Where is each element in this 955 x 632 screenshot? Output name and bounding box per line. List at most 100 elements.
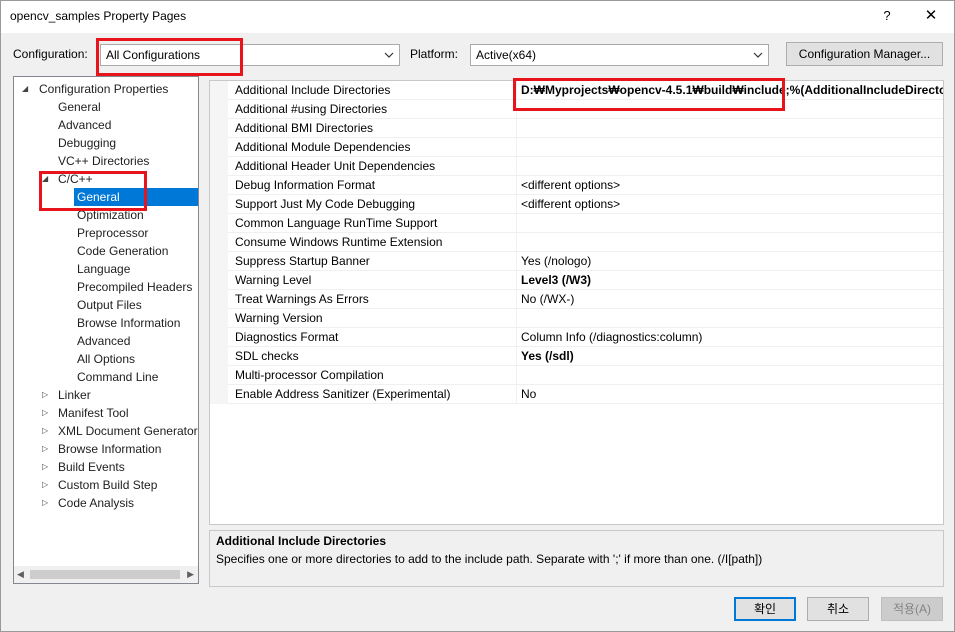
property-value[interactable]: D:₩Myprojects₩opencv-4.5.1₩build₩include…: [521, 83, 943, 97]
help-icon[interactable]: ?: [877, 5, 897, 27]
ok-button[interactable]: 확인: [734, 597, 796, 621]
tree-item[interactable]: General: [58, 98, 101, 116]
property-row[interactable]: Multi-processor Compilation: [210, 366, 943, 385]
property-row[interactable]: Diagnostics Format Column Info (/diagnost…: [210, 328, 943, 347]
property-row[interactable]: Debug Information Format <different optio…: [210, 176, 943, 195]
tree-item[interactable]: Code Generation: [77, 242, 168, 260]
property-row[interactable]: Consume Windows Runtime Extension: [210, 233, 943, 252]
tree-item[interactable]: Command Line: [77, 368, 158, 386]
property-row[interactable]: Enable Address Sanitizer (Experimental) N…: [210, 385, 943, 404]
column-divider[interactable]: [516, 214, 517, 233]
column-divider[interactable]: [516, 328, 517, 347]
tree-expander-icon[interactable]: ▷: [42, 476, 52, 494]
property-row[interactable]: Support Just My Code Debugging <different…: [210, 195, 943, 214]
column-divider[interactable]: [516, 271, 517, 290]
scroll-left-icon[interactable]: ◀: [17, 569, 24, 580]
tree-expander-icon[interactable]: ▷: [42, 422, 52, 440]
property-row[interactable]: Warning Level Level3 (/W3): [210, 271, 943, 290]
column-divider[interactable]: [516, 233, 517, 252]
tree-item[interactable]: Custom Build Step: [58, 476, 157, 494]
property-value[interactable]: Yes (/nologo): [521, 254, 591, 268]
property-value[interactable]: No: [521, 387, 536, 401]
property-value[interactable]: <different options>: [521, 197, 620, 211]
column-divider[interactable]: [516, 252, 517, 271]
tree-item[interactable]: XML Document Generator: [58, 422, 198, 440]
property-row[interactable]: Additional Include Directories D:₩Myproje…: [210, 81, 943, 100]
tree-expander-icon[interactable]: ▷: [42, 440, 52, 458]
column-divider[interactable]: [516, 81, 517, 100]
property-row[interactable]: Common Language RunTime Support: [210, 214, 943, 233]
tree-item[interactable]: Advanced: [58, 116, 111, 134]
property-value[interactable]: Column Info (/diagnostics:column): [521, 330, 702, 344]
platform-dropdown[interactable]: Active(x64): [470, 44, 769, 66]
property-row[interactable]: Additional Header Unit Dependencies: [210, 157, 943, 176]
property-row[interactable]: SDL checks Yes (/sdl): [210, 347, 943, 366]
property-row[interactable]: Additional BMI Directories: [210, 119, 943, 138]
property-value[interactable]: No (/WX-): [521, 292, 574, 306]
row-gutter: [210, 347, 228, 366]
tree-item[interactable]: C/C++: [58, 170, 93, 188]
tree-item[interactable]: Manifest Tool: [58, 404, 128, 422]
property-name: Additional BMI Directories: [235, 121, 374, 135]
column-divider[interactable]: [516, 347, 517, 366]
cancel-button[interactable]: 취소: [807, 597, 869, 621]
tree-horizontal-scrollbar[interactable]: ◀ ▶: [14, 566, 198, 583]
tree-item[interactable]: Browse Information: [58, 440, 161, 458]
column-divider[interactable]: [516, 290, 517, 309]
row-gutter: [210, 271, 228, 290]
tree-item[interactable]: Output Files: [77, 296, 142, 314]
tree-expander-icon[interactable]: ▷: [42, 494, 52, 512]
property-row[interactable]: Additional #using Directories: [210, 100, 943, 119]
row-gutter: [210, 176, 228, 195]
column-divider[interactable]: [516, 385, 517, 404]
column-divider[interactable]: [516, 195, 517, 214]
tree-item[interactable]: Code Analysis: [58, 494, 134, 512]
tree-item[interactable]: VC++ Directories: [58, 152, 149, 170]
property-value[interactable]: <different options>: [521, 178, 620, 192]
property-row[interactable]: Additional Module Dependencies: [210, 138, 943, 157]
column-divider[interactable]: [516, 176, 517, 195]
row-gutter: [210, 214, 228, 233]
column-divider[interactable]: [516, 309, 517, 328]
property-tree[interactable]: ◀ ▶ ◢ Configuration Properties General Adva…: [13, 76, 199, 584]
tree-item[interactable]: Build Events: [58, 458, 125, 476]
property-grid[interactable]: Additional Include Directories D:₩Myproje…: [209, 80, 944, 525]
tree-expander-icon[interactable]: ▷: [42, 458, 52, 476]
property-row[interactable]: Treat Warnings As Errors No (/WX-): [210, 290, 943, 309]
column-divider[interactable]: [516, 138, 517, 157]
property-value[interactable]: Yes (/sdl): [521, 349, 574, 363]
tree-item[interactable]: Preprocessor: [77, 224, 148, 242]
property-name: Multi-processor Compilation: [235, 368, 384, 382]
close-icon[interactable]: ✕: [919, 5, 943, 27]
property-name: Diagnostics Format: [235, 330, 339, 344]
tree-item[interactable]: General: [74, 188, 198, 206]
tree-expander-icon[interactable]: ◢: [42, 170, 52, 188]
apply-button[interactable]: 적용(A): [881, 597, 943, 621]
column-divider[interactable]: [516, 119, 517, 138]
window-title: opencv_samples Property Pages: [10, 9, 187, 23]
scroll-thumb[interactable]: [30, 570, 180, 579]
tree-item[interactable]: Debugging: [58, 134, 116, 152]
property-row[interactable]: Suppress Startup Banner Yes (/nologo): [210, 252, 943, 271]
column-divider[interactable]: [516, 366, 517, 385]
tree-item[interactable]: Configuration Properties: [39, 80, 168, 98]
tree-item[interactable]: Browse Information: [77, 314, 180, 332]
configuration-value: All Configurations: [106, 48, 201, 62]
property-row[interactable]: Warning Version: [210, 309, 943, 328]
tree-expander-icon[interactable]: ◢: [22, 80, 32, 98]
tree-item[interactable]: Advanced: [77, 332, 130, 350]
scroll-right-icon[interactable]: ▶: [187, 569, 194, 580]
tree-item[interactable]: Precompiled Headers: [77, 278, 192, 296]
row-gutter: [210, 290, 228, 309]
tree-expander-icon[interactable]: ▷: [42, 386, 52, 404]
tree-item[interactable]: All Options: [77, 350, 135, 368]
tree-item[interactable]: Optimization: [77, 206, 144, 224]
configuration-manager-button[interactable]: Configuration Manager...: [786, 42, 943, 66]
tree-expander-icon[interactable]: ▷: [42, 404, 52, 422]
property-value[interactable]: Level3 (/W3): [521, 273, 591, 287]
tree-item[interactable]: Linker: [58, 386, 91, 404]
column-divider[interactable]: [516, 157, 517, 176]
column-divider[interactable]: [516, 100, 517, 119]
configuration-dropdown[interactable]: All Configurations: [100, 44, 400, 66]
tree-item[interactable]: Language: [77, 260, 130, 278]
